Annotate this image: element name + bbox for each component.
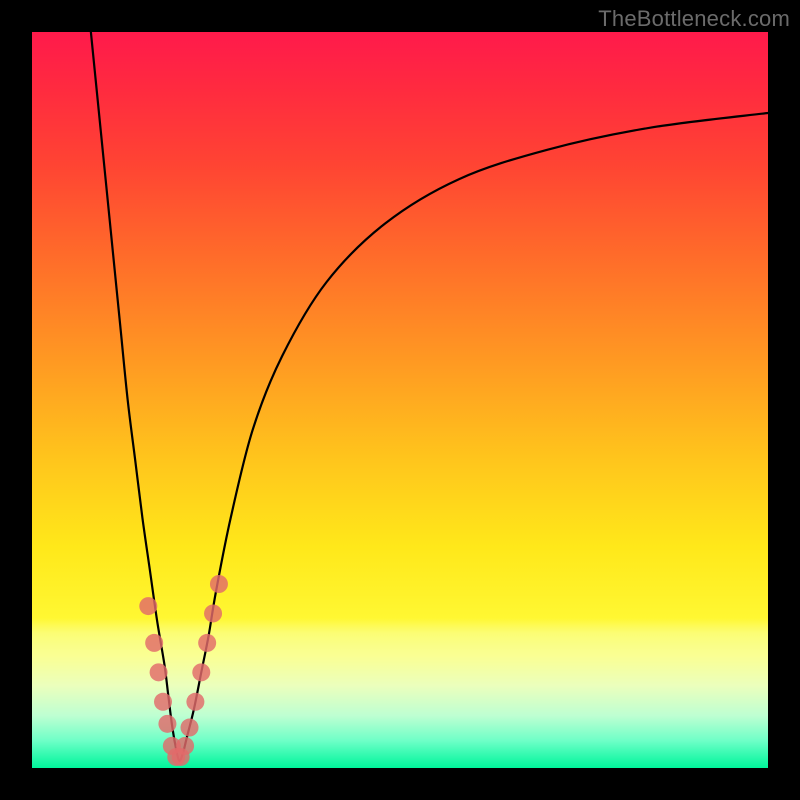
- marker-dot: [198, 634, 216, 652]
- outer-frame: TheBottleneck.com: [0, 0, 800, 800]
- marker-dot: [150, 663, 168, 681]
- marker-dot: [210, 575, 228, 593]
- watermark-text: TheBottleneck.com: [598, 6, 790, 32]
- plot-area: [32, 32, 768, 768]
- marker-dot: [139, 597, 157, 615]
- marker-dot: [176, 737, 194, 755]
- bottleneck-curve: [91, 32, 768, 761]
- marker-dot: [181, 719, 199, 737]
- marker-dot: [204, 604, 222, 622]
- chart-svg: [32, 32, 768, 768]
- marker-dot: [154, 693, 172, 711]
- marker-dot: [192, 663, 210, 681]
- marker-dot: [186, 693, 204, 711]
- marker-dot: [158, 715, 176, 733]
- marker-dot: [145, 634, 163, 652]
